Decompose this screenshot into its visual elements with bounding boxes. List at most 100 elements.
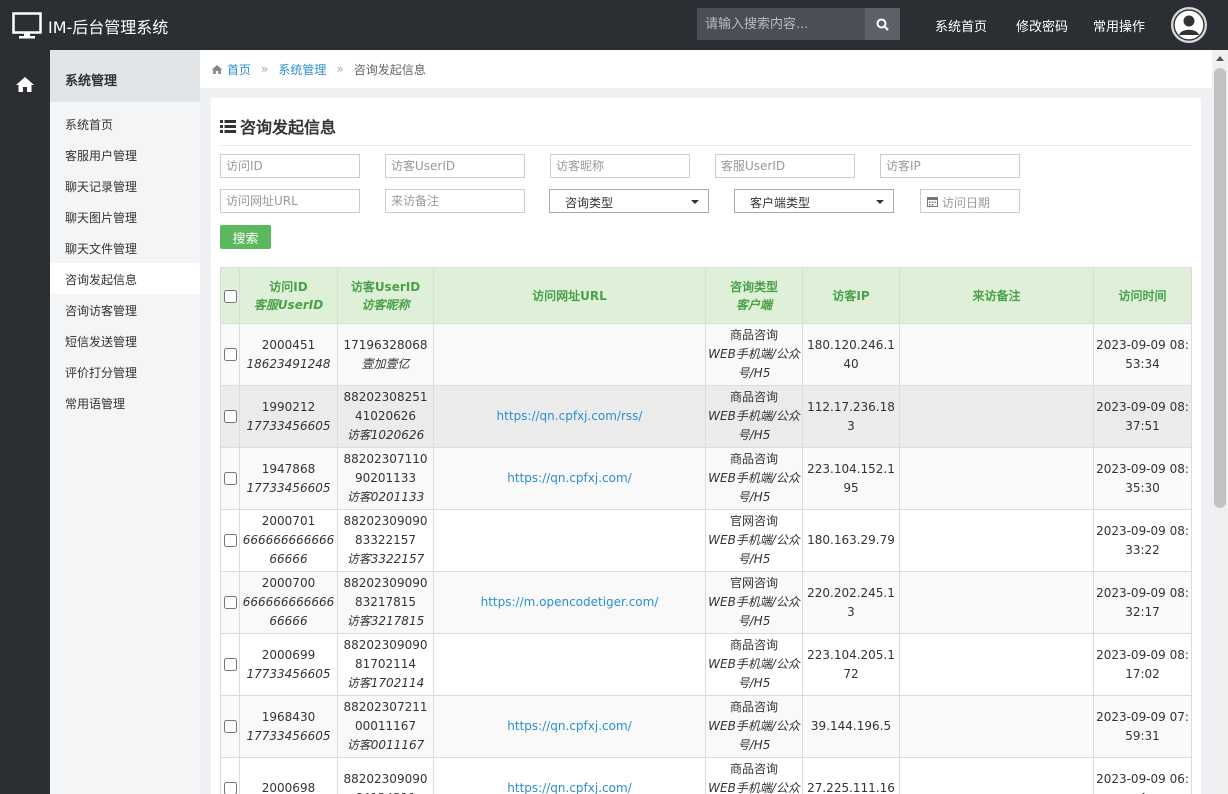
sidebar-item-sms[interactable]: 短信发送管理: [50, 325, 200, 356]
consult-type-select[interactable]: 咨询类型: [549, 189, 709, 213]
table-row[interactable]: 2000698 8820230909064134311 https://qn.c…: [220, 757, 1192, 794]
search-submit-button[interactable]: 搜索: [220, 225, 271, 249]
visitor-nickname: 壹加壹亿: [361, 356, 410, 371]
type-cell: 商品咨询 WEB手机端/公众号/H5: [705, 323, 803, 386]
visit-id-input[interactable]: [220, 154, 360, 178]
staff-userid: 17733456605: [246, 666, 331, 681]
nav-change-password-link[interactable]: 修改密码: [1016, 16, 1068, 35]
staff-userid: 18623491248: [246, 356, 331, 371]
sidebar-item-chat-files[interactable]: 聊天文件管理: [50, 232, 200, 263]
search-input[interactable]: [697, 8, 865, 40]
sidebar-item-consult-info[interactable]: 咨询发起信息: [50, 263, 200, 294]
consult-type: 商品咨询: [729, 328, 778, 342]
url-cell: [433, 323, 706, 386]
visit-url-link[interactable]: https://qn.cpfxj.com/: [507, 471, 631, 485]
table-row[interactable]: 2000451 18623491248 17196328068 壹加壹亿 商品咨询 W…: [220, 323, 1192, 386]
app-logo[interactable]: IM-后台管理系统: [12, 12, 168, 40]
scroll-up-arrow[interactable]: [1216, 56, 1224, 61]
table-row[interactable]: 2000701 66666666666666666 882023090908332…: [220, 509, 1192, 572]
staff-userid: 66666666666666666: [242, 595, 335, 628]
client-type: WEB手机端/公众号/H5: [708, 595, 800, 628]
icon-sidebar: [0, 50, 50, 794]
search-button[interactable]: [865, 8, 900, 40]
table-row[interactable]: 1947868 17733456605 8820230711090201133 访客…: [220, 447, 1192, 510]
visitor-ip-input[interactable]: [880, 154, 1020, 178]
visit-url-link[interactable]: https://qn.cpfxj.com/rss/: [497, 409, 643, 423]
sidebar-item-visitors[interactable]: 咨询访客管理: [50, 294, 200, 325]
table-row[interactable]: 1990212 17733456605 8820230825141020626 访客…: [220, 385, 1192, 448]
home-icon: [16, 76, 34, 92]
row-select-cell: [220, 323, 240, 386]
table-row[interactable]: 1968430 17733456605 8820230721100011167 访客…: [220, 695, 1192, 758]
visit-date-input[interactable]: 访问日期: [920, 189, 1020, 213]
client-type: WEB手机端/公众号/H5: [708, 719, 800, 752]
breadcrumb-home-link[interactable]: 首页: [227, 61, 251, 78]
staff-userid-input[interactable]: [715, 154, 855, 178]
row-checkbox[interactable]: [223, 348, 237, 361]
type-cell: 官网咨询 WEB手机端/公众号/H5: [705, 509, 803, 572]
visit-id: 1990212: [261, 399, 316, 414]
ip-cell: 27.225.111.16: [802, 757, 900, 794]
visit-url-link[interactable]: https://m.opencodetiger.com/: [481, 595, 659, 609]
sidebar-item-staff-users[interactable]: 客服用户管理: [50, 139, 200, 170]
visitor-cell: 8820230909081702114 访客1702114: [337, 633, 434, 696]
row-select-cell: [220, 695, 240, 758]
row-select-cell: [220, 385, 240, 448]
visitor-userid: 8820230909083322157: [343, 514, 428, 547]
title-divider: [220, 145, 1191, 146]
table-row[interactable]: 2000699 17733456605 8820230909081702114 访客…: [220, 633, 1192, 696]
visit-note-input[interactable]: [385, 189, 525, 213]
caret-down-icon: [691, 200, 699, 204]
visitor-userid-input[interactable]: [385, 154, 525, 178]
visitor-userid: 8820230909064134311: [343, 771, 428, 794]
menu-title: 系统管理: [50, 50, 200, 102]
user-icon: [1173, 9, 1205, 41]
visit-url-link[interactable]: https://qn.cpfxj.com/: [507, 719, 631, 733]
row-checkbox[interactable]: [223, 782, 237, 794]
home-tab[interactable]: [0, 64, 50, 104]
visitor-nickname-input[interactable]: [550, 154, 690, 178]
visitor-nickname: 访客1020626: [346, 428, 425, 442]
table-row[interactable]: 2000700 66666666666666666 882023090908321…: [220, 571, 1192, 634]
client-type-select[interactable]: 客户端类型: [734, 189, 894, 213]
ip-cell: 112.17.236.183: [802, 385, 900, 448]
visit-id: 2000699: [261, 647, 316, 662]
sidebar-item-home[interactable]: 系统首页: [50, 108, 200, 139]
row-select-cell: [220, 757, 240, 794]
visit-id-cell: 2000701 66666666666666666: [239, 509, 338, 572]
client-type: WEB手机端/公众号/H5: [708, 347, 800, 380]
sidebar-item-chat-images[interactable]: 聊天图片管理: [50, 201, 200, 232]
row-checkbox[interactable]: [223, 410, 237, 423]
col-header-sublabel: 客户端: [735, 297, 772, 312]
scroll-thumb[interactable]: [1214, 68, 1226, 508]
select-all-checkbox[interactable]: [223, 289, 237, 303]
avatar[interactable]: [1171, 7, 1207, 43]
page-scrollbar[interactable]: [1212, 50, 1228, 794]
nav-common-actions-link[interactable]: 常用操作: [1093, 16, 1145, 35]
time-cell: 2023-09-09 08:53:34: [1093, 323, 1192, 386]
row-checkbox[interactable]: [223, 720, 237, 733]
time-cell: 2023-09-09 08:35:30: [1093, 447, 1192, 510]
sidebar-item-ratings[interactable]: 评价打分管理: [50, 356, 200, 387]
main-panel: 咨询发起信息 咨询类型 客户端类型 访问日期 搜索: [211, 98, 1201, 794]
row-checkbox[interactable]: [223, 596, 237, 609]
visitor-nickname: 访客3322157: [346, 552, 425, 566]
sidebar-item-phrases[interactable]: 常用语管理: [50, 387, 200, 418]
nav-home-link[interactable]: 系统首页: [935, 16, 987, 35]
breadcrumb-separator: »: [336, 62, 344, 76]
visitor-nickname: 访客1702114: [346, 676, 425, 690]
row-checkbox[interactable]: [223, 534, 237, 547]
sidebar-item-chat-records[interactable]: 聊天记录管理: [50, 170, 200, 201]
note-cell: [899, 509, 1094, 572]
breadcrumb-section-link[interactable]: 系统管理: [278, 61, 326, 78]
visitor-userid: 8820230909083217815: [343, 576, 428, 609]
staff-userid: 17733456605: [246, 728, 331, 743]
row-checkbox[interactable]: [223, 658, 237, 671]
col-time-header: 访问时间: [1093, 267, 1192, 324]
note-cell: [899, 633, 1094, 696]
visit-url-input[interactable]: [220, 189, 360, 213]
row-checkbox[interactable]: [223, 472, 237, 485]
url-cell: https://m.opencodetiger.com/: [433, 571, 706, 634]
visit-date-placeholder: 访问日期: [942, 196, 991, 210]
visit-url-link[interactable]: https://qn.cpfxj.com/: [507, 781, 631, 794]
